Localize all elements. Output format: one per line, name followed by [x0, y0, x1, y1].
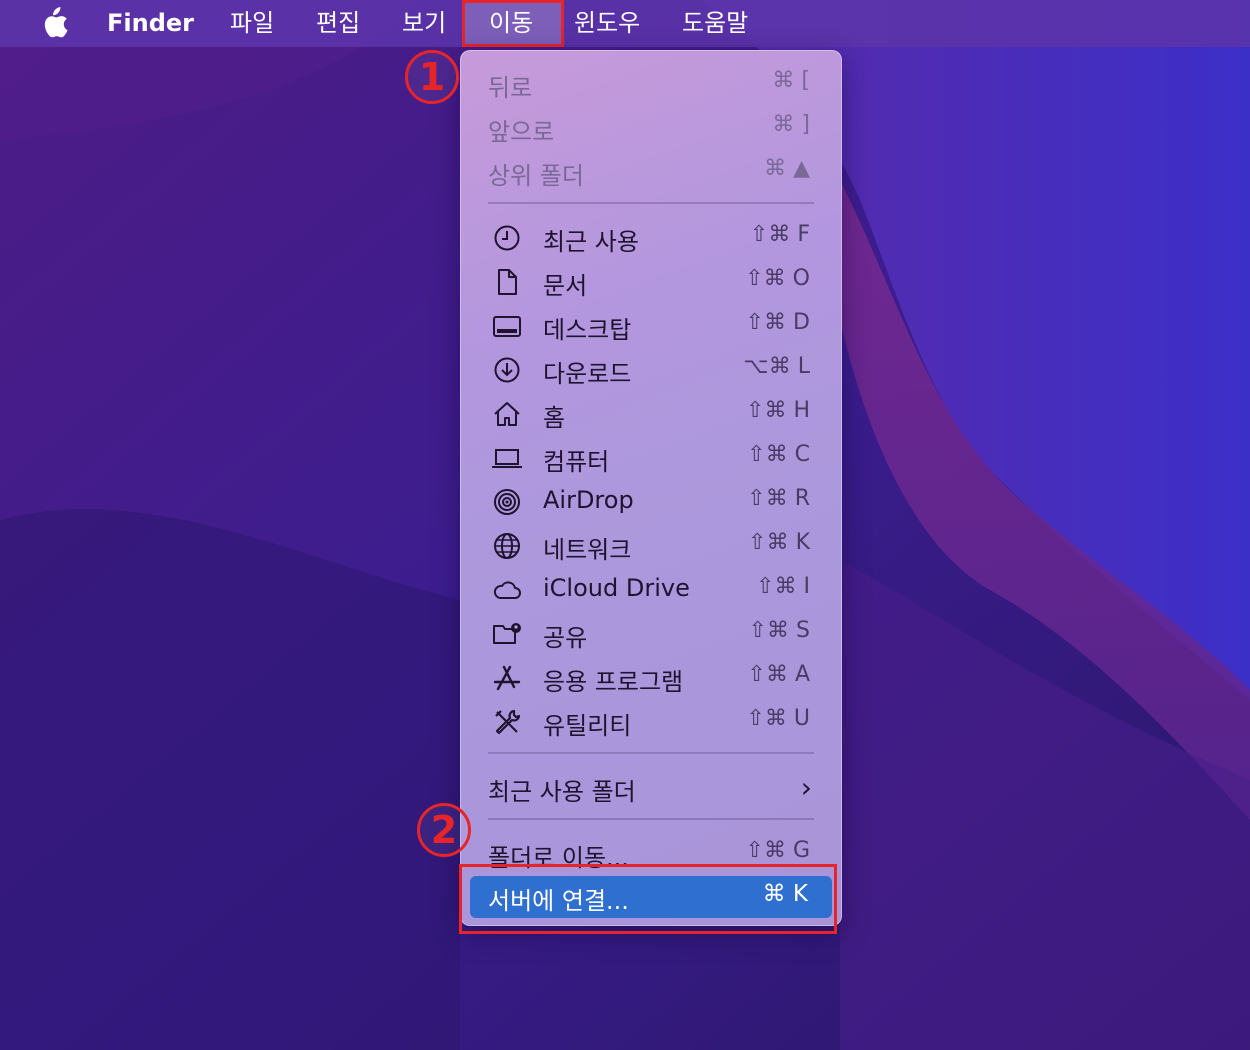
- menu-separator: [488, 752, 814, 754]
- menu-go[interactable]: 이동: [489, 6, 533, 40]
- step-2-marker: 2: [417, 803, 471, 857]
- menu-item-home[interactable]: 홈 ⇧⌘ H: [460, 391, 842, 435]
- shared-folder-icon: [493, 623, 521, 644]
- menu-view[interactable]: 보기: [402, 6, 446, 40]
- menu-separator: [488, 818, 814, 820]
- menu-item-back: 뒤로 ⌘ [: [488, 68, 810, 102]
- menu-file[interactable]: 파일: [230, 6, 274, 40]
- menu-item-documents[interactable]: 문서 ⇧⌘ O: [460, 259, 842, 303]
- menu-edit[interactable]: 편집: [316, 6, 360, 40]
- apps-icon: [493, 665, 521, 691]
- clock-icon: [494, 225, 520, 251]
- menu-item-downloads[interactable]: 다운로드 ⌥⌘ L: [460, 347, 842, 391]
- menu-item-shared[interactable]: 공유 ⇧⌘ S: [460, 611, 842, 655]
- menu-item-applications[interactable]: 응용 프로그램 ⇧⌘ A: [460, 655, 842, 699]
- go-menu-dropdown: 뒤로 ⌘ [ 앞으로 ⌘ ] 상위 폴더 ⌘ ▲ 최근 사용 ⇧⌘ F 문서 ⇧…: [460, 50, 842, 926]
- menu-help[interactable]: 도움말: [682, 6, 748, 40]
- globe-icon: [494, 533, 520, 559]
- menu-item-computer[interactable]: 컴퓨터 ⇧⌘ C: [460, 435, 842, 479]
- cloud-icon: [493, 581, 521, 599]
- step-1-marker: 1: [405, 50, 459, 104]
- menu-item-recent-folders[interactable]: 최근 사용 폴더 ›: [460, 765, 842, 809]
- utilities-icon: [495, 709, 521, 735]
- menu-item-network[interactable]: 네트워크 ⇧⌘ K: [460, 523, 842, 567]
- laptop-icon: [492, 449, 522, 468]
- document-icon: [498, 269, 517, 295]
- menu-item-icloud-drive[interactable]: iCloud Drive ⇧⌘ I: [460, 567, 842, 611]
- menu-item-airdrop[interactable]: AirDrop ⇧⌘ R: [460, 479, 842, 523]
- menu-bar: Finder 파일 편집 보기 이동 윈도우 도움말: [0, 0, 1250, 47]
- apple-icon[interactable]: [37, 6, 69, 40]
- menu-window[interactable]: 윈도우: [574, 6, 640, 40]
- menu-item-recents[interactable]: 최근 사용 ⇧⌘ F: [460, 215, 842, 259]
- home-icon: [494, 402, 520, 426]
- menu-item-enclosing-folder: 상위 폴더 ⌘ ▲: [488, 156, 810, 190]
- menu-item-forward: 앞으로 ⌘ ]: [488, 112, 810, 146]
- chevron-right-icon: ›: [800, 771, 812, 804]
- menu-item-desktop[interactable]: 데스크탑 ⇧⌘ D: [460, 303, 842, 347]
- menu-separator: [488, 202, 814, 204]
- menu-finder[interactable]: Finder: [107, 6, 194, 40]
- menu-item-utilities[interactable]: 유틸리티 ⇧⌘ U: [460, 699, 842, 743]
- desktop-icon: [493, 316, 521, 337]
- airdrop-icon: [494, 489, 520, 515]
- download-icon: [494, 357, 520, 383]
- connect-server-highlight-box: [459, 864, 837, 934]
